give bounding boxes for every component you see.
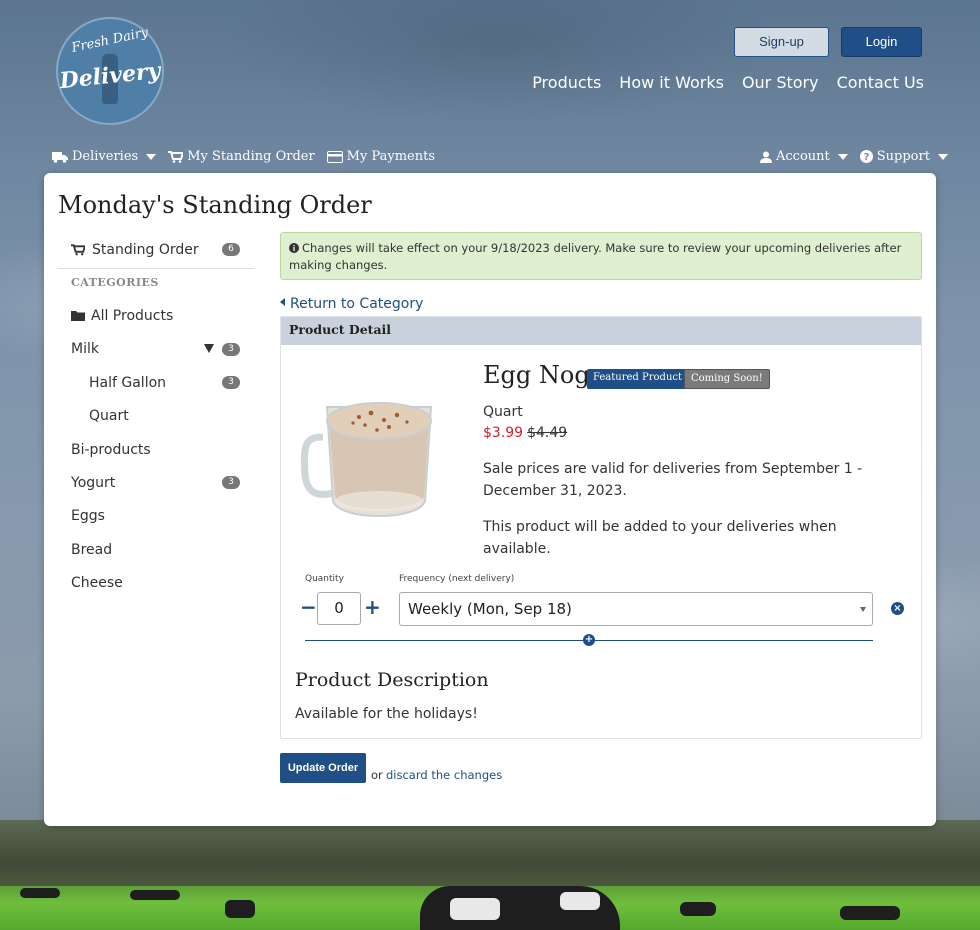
triangle-down-icon[interactable] <box>204 344 214 353</box>
sidebar-item-eggs[interactable]: Eggs <box>71 508 105 524</box>
support-label: Support <box>876 149 930 164</box>
user-icon <box>760 151 772 163</box>
account-nav-left: Deliveries My Standing Order My Payments <box>52 149 435 164</box>
truck-icon <box>52 151 68 163</box>
frequency-selected-value: Weekly (Mon, Sep 18) <box>408 600 572 618</box>
nav-our-story[interactable]: Our Story <box>742 73 819 92</box>
logo-line-2: Delivery <box>58 57 162 95</box>
sidebar-standing-order[interactable]: Standing Order 6 <box>58 233 254 269</box>
account-menu[interactable]: Account <box>760 149 848 164</box>
logo[interactable]: Fresh Dairy Delivery <box>56 17 164 125</box>
increase-quantity-button[interactable]: + <box>364 595 381 619</box>
availability-note: This product will be added to your deliv… <box>483 519 837 557</box>
yogurt-count-badge: 3 <box>222 476 240 489</box>
my-payments-link[interactable]: My Payments <box>326 149 436 164</box>
support-menu[interactable]: ? Support <box>859 149 948 164</box>
discard-changes-link[interactable]: discard the changes <box>386 768 502 782</box>
credit-card-icon <box>326 150 343 163</box>
account-label: Account <box>776 149 830 164</box>
product-size: Quart <box>483 404 523 420</box>
featured-product-badge: Featured Product <box>587 369 688 389</box>
frequency-label: Frequency (next delivery) <box>399 574 515 584</box>
main-panel: Monday's Standing Order Standing Order 6… <box>44 173 936 826</box>
signup-button[interactable]: Sign-up <box>734 27 829 57</box>
chevron-down-icon <box>837 153 848 160</box>
my-standing-order-link[interactable]: My Standing Order <box>168 149 315 164</box>
deliveries-label: Deliveries <box>72 149 139 164</box>
sidebar-item-yogurt[interactable]: Yogurt <box>71 475 115 491</box>
page-title: Monday's Standing Order <box>58 191 372 219</box>
return-to-category-link[interactable]: Return to Category <box>280 296 423 312</box>
coming-soon-badge: Coming Soon! <box>684 369 770 389</box>
quantity-label: Quantity <box>305 574 344 584</box>
caret-left-icon <box>280 298 285 306</box>
change-notice: Changes will take effect on your 9/18/20… <box>280 232 922 280</box>
notice-text: Changes will take effect on your 9/18/20… <box>289 241 902 272</box>
product-description-text: Available for the holidays! <box>295 706 478 722</box>
sidebar-item-all-products[interactable]: All Products <box>71 308 173 324</box>
product-price: $3.99 $4.49 <box>483 425 567 441</box>
sidebar-item-quart[interactable]: Quart <box>89 408 129 424</box>
sidebar-item-milk[interactable]: Milk <box>71 341 99 357</box>
cart-icon <box>71 244 85 256</box>
my-standing-order-label: My Standing Order <box>187 149 315 164</box>
sidebar: Standing Order 6 CATEGORIES All Products… <box>58 233 254 591</box>
nav-products[interactable]: Products <box>532 73 601 92</box>
product-detail-card: Product Detail Egg Nog Featured Product … <box>280 316 922 739</box>
milk-count-badge: 3 <box>222 343 240 356</box>
nav-how-it-works[interactable]: How it Works <box>619 73 724 92</box>
standing-order-count-badge: 6 <box>222 243 240 256</box>
my-payments-label: My Payments <box>346 149 436 164</box>
frequency-select[interactable]: Weekly (Mon, Sep 18) <box>399 592 873 626</box>
update-order-button[interactable]: Update Order <box>280 753 366 783</box>
add-schedule-icon[interactable]: + <box>583 634 595 646</box>
folder-icon <box>71 311 85 321</box>
account-nav-right: Account ? Support <box>760 149 948 164</box>
product-description-heading: Product Description <box>295 669 489 691</box>
half-gallon-count-badge: 3 <box>222 376 240 389</box>
cart-icon <box>168 150 184 163</box>
quantity-input[interactable]: 0 <box>317 592 361 625</box>
main-nav: Products How it Works Our Story Contact … <box>520 73 924 92</box>
dropdown-arrow-icon <box>860 607 866 612</box>
original-price: $4.49 <box>527 425 568 441</box>
sidebar-item-half-gallon[interactable]: Half Gallon <box>89 375 166 391</box>
deliveries-menu[interactable]: Deliveries <box>52 149 157 164</box>
sidebar-item-bread[interactable]: Bread <box>71 542 112 558</box>
or-text: or <box>371 768 383 782</box>
nav-contact-us[interactable]: Contact Us <box>837 73 924 92</box>
product-detail-heading: Product Detail <box>281 317 921 345</box>
sale-note: Sale prices are valid for deliveries fro… <box>483 461 863 499</box>
sale-price: $3.99 <box>483 425 524 441</box>
login-button[interactable]: Login <box>841 27 922 57</box>
chevron-down-icon <box>146 153 157 160</box>
standing-order-label: Standing Order <box>92 242 199 258</box>
categories-heading: CATEGORIES <box>71 276 159 289</box>
info-icon <box>289 243 299 253</box>
decrease-quantity-button[interactable]: − <box>300 595 317 619</box>
help-icon: ? <box>859 150 873 163</box>
remove-schedule-icon[interactable]: × <box>891 602 904 615</box>
svg-text:?: ? <box>863 152 869 163</box>
product-name: Egg Nog <box>483 361 590 389</box>
chevron-down-icon <box>937 153 948 160</box>
egg-nog-mug-image <box>300 402 433 517</box>
sidebar-item-cheese[interactable]: Cheese <box>71 575 123 591</box>
sidebar-item-bi-products[interactable]: Bi-products <box>71 442 151 458</box>
pasture-background <box>0 820 980 930</box>
